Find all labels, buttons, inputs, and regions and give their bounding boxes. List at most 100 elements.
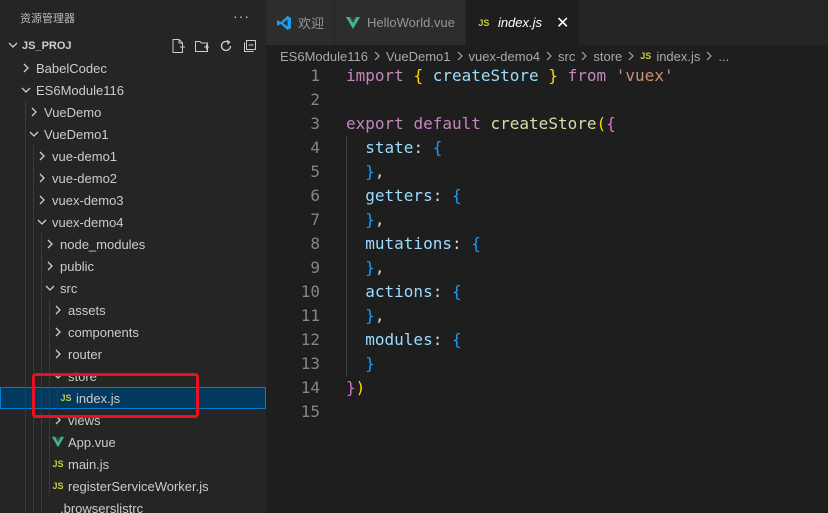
tab-index-js[interactable]: JS index.js ✕: [465, 0, 581, 45]
code-line: }): [346, 378, 366, 397]
tree-item-label: views: [68, 412, 101, 428]
tree-item-label: vuex-demo4: [52, 214, 124, 230]
tree-folder-components[interactable]: components: [0, 321, 266, 343]
breadcrumb-item[interactable]: index.js: [656, 49, 700, 64]
chevron-right-icon: [705, 49, 713, 64]
close-icon[interactable]: ✕: [556, 13, 569, 33]
tab-label: 欢迎: [298, 16, 325, 31]
indent-guide: [33, 475, 34, 497]
chevron-down-icon: [34, 214, 50, 230]
js-icon: JS: [640, 51, 652, 61]
tree-folder-vuedemo1[interactable]: VueDemo1: [0, 123, 266, 145]
indent-guide: [25, 299, 26, 321]
line-number: 4: [310, 138, 320, 157]
tree-folder-es6module116[interactable]: ES6Module116: [0, 79, 266, 101]
tree-folder-vuex-demo4[interactable]: vuex-demo4: [0, 211, 266, 233]
code-line: export default createStore({: [346, 114, 616, 133]
tab-welcome[interactable]: 欢迎: [266, 0, 336, 45]
tree-item-label: router: [68, 346, 102, 362]
indent-guide: [33, 277, 34, 299]
indent-guide: [33, 365, 34, 387]
tree-file-index-js[interactable]: JS index.js: [0, 387, 266, 409]
tree-item-label: VueDemo: [44, 104, 102, 120]
line-number: 1: [310, 66, 320, 85]
chevron-right-icon: [545, 49, 553, 64]
js-icon: JS: [60, 393, 72, 403]
breadcrumb-item[interactable]: src: [558, 49, 575, 64]
indent-guide: [41, 299, 42, 321]
code-line: import { createStore } from 'vuex': [346, 66, 674, 85]
explorer-title: 资源管理器: [20, 12, 75, 25]
breadcrumb-item[interactable]: VueDemo1: [386, 49, 451, 64]
tree-folder-vue-demo1[interactable]: vue-demo1: [0, 145, 266, 167]
indent-guide: [33, 431, 34, 453]
project-header[interactable]: JS_PROJ: [0, 35, 266, 57]
line-number: 7: [310, 210, 320, 229]
indent-guide: [33, 409, 34, 431]
explorer-sidebar: 资源管理器 ··· JS_PROJ BabelCodec ES6Module116…: [0, 0, 266, 513]
indent-guide: [25, 233, 26, 255]
indent-guide: [49, 387, 50, 409]
code-line: },: [346, 160, 385, 184]
tree-folder-assets[interactable]: assets: [0, 299, 266, 321]
chevron-right-icon: [580, 49, 588, 64]
tab-helloworld-vue[interactable]: HelloWorld.vue: [335, 0, 466, 45]
file-tree: BabelCodec ES6Module116 VueDemo VueDemo1 vue…: [0, 57, 266, 513]
tree-file-main-js[interactable]: JS main.js: [0, 453, 266, 475]
indent-guide: [33, 233, 34, 255]
new-file-icon[interactable]: [168, 38, 188, 54]
indent-guide: [57, 387, 58, 409]
line-number: 5: [310, 162, 320, 181]
line-number: 14: [300, 378, 320, 397]
new-folder-icon[interactable]: [192, 38, 212, 54]
tree-item-label: registerServiceWorker.js: [68, 478, 209, 494]
indent-guide: [41, 431, 42, 453]
breadcrumb-item[interactable]: vuex-demo4: [469, 49, 541, 64]
tree-folder-public[interactable]: public: [0, 255, 266, 277]
code-editor[interactable]: 1 import { createStore } from 'vuex' 2 3 e…: [266, 64, 828, 513]
indent-guide: [33, 211, 34, 233]
indent-guide: [25, 321, 26, 343]
tree-file-app-vue[interactable]: App.vue: [0, 431, 266, 453]
tree-item-label: node_modules: [60, 236, 146, 252]
more-actions-icon[interactable]: ···: [233, 8, 250, 24]
tree-file-browserslistrc[interactable]: .browserslistrc: [0, 497, 266, 513]
code-line: },: [346, 208, 385, 232]
line-number: 13: [300, 354, 320, 373]
code-line: state: {: [346, 136, 442, 160]
breadcrumb-item[interactable]: store: [593, 49, 622, 64]
line-number: 15: [300, 402, 320, 421]
tree-folder-node-modules[interactable]: node_modules: [0, 233, 266, 255]
tree-item-label: vue-demo1: [52, 148, 118, 164]
indent-guide: [41, 387, 42, 409]
indent-guide: [41, 365, 42, 387]
indent-guide: [33, 497, 34, 513]
breadcrumb-item[interactable]: ES6Module116: [280, 49, 368, 64]
chevron-right-icon: [373, 49, 381, 64]
indent-guide: [49, 409, 50, 431]
tree-folder-store[interactable]: store: [0, 365, 266, 387]
tree-item-label: store: [68, 368, 97, 384]
indent-guide: [33, 167, 34, 189]
indent-guide: [25, 167, 26, 189]
js-icon: JS: [52, 459, 64, 469]
breadcrumb-item[interactable]: ...: [718, 49, 729, 64]
chevron-down-icon: [50, 368, 66, 384]
tree-folder-router[interactable]: router: [0, 343, 266, 365]
tree-folder-vuedemo[interactable]: VueDemo: [0, 101, 266, 123]
refresh-icon[interactable]: [216, 38, 236, 54]
indent-guide: [41, 453, 42, 475]
tree-folder-vue-demo2[interactable]: vue-demo2: [0, 167, 266, 189]
indent-guide: [41, 321, 42, 343]
tree-folder-vuex-demo3[interactable]: vuex-demo3: [0, 189, 266, 211]
tree-folder-src[interactable]: src: [0, 277, 266, 299]
tree-item-label: vuex-demo3: [52, 192, 124, 208]
tree-folder-babelcodec[interactable]: BabelCodec: [0, 57, 266, 79]
collapse-all-icon[interactable]: [240, 38, 260, 54]
indent-guide: [41, 343, 42, 365]
indent-guide: [25, 211, 26, 233]
tree-folder-views[interactable]: views: [0, 409, 266, 431]
chevron-right-icon: [34, 148, 50, 164]
tree-file-registerserviceworker-js[interactable]: JS registerServiceWorker.js: [0, 475, 266, 497]
chevron-right-icon: [50, 412, 66, 428]
